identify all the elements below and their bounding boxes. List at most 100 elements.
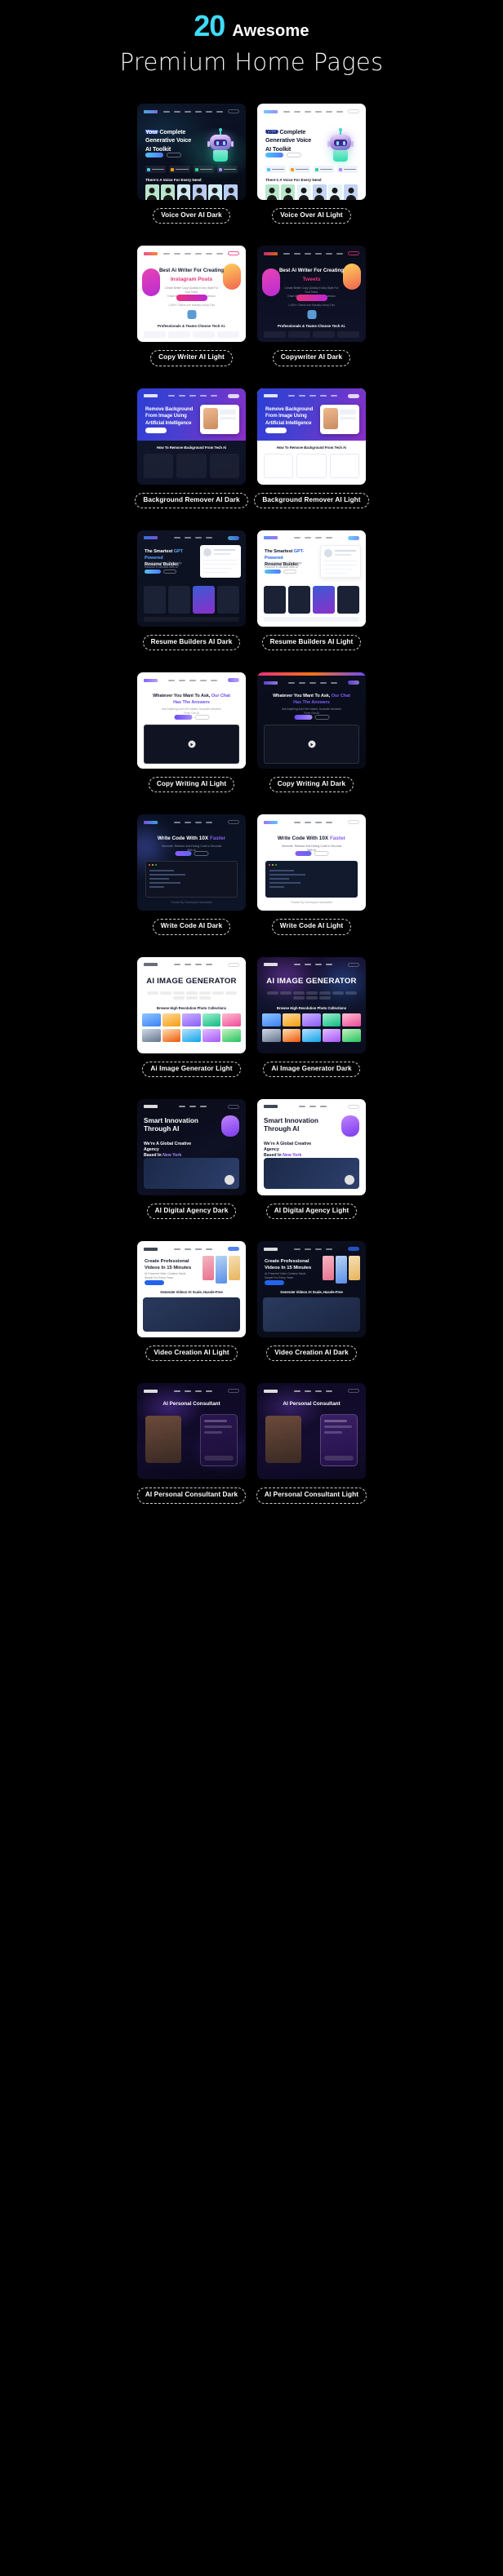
preview-card-copy-writing-ai-dark[interactable]: Whatever You Want To Ask, Our Chat Has T… (257, 672, 366, 769)
hero-cta-secondary[interactable] (194, 715, 209, 720)
hero-cta-primary[interactable] (145, 153, 163, 157)
preview-card-ai-personal-consultant-light[interactable]: AI Personal Consultant (257, 1383, 366, 1480)
card-caption: Resume Builders AI Light (261, 634, 362, 650)
preview-cell-ai-personal-consultant-dark[interactable]: AI Personal Consultant AI Personal Consu… (136, 1383, 247, 1504)
mini-signin-button[interactable] (228, 109, 239, 113)
mini-signin-button[interactable] (348, 109, 359, 113)
preview-card-write-code-ai-dark[interactable]: Write Code With 10X Faster Generate, Ref… (137, 814, 246, 911)
hero-cta-primary[interactable] (294, 715, 312, 720)
prompt-chip-row[interactable] (144, 991, 239, 1000)
mini-signin-button[interactable] (228, 535, 239, 540)
preview-cell-write-code-ai-light[interactable]: Write Code With 10X Faster Generate, Ref… (257, 814, 366, 935)
brand-logo-icon (144, 820, 158, 824)
mini-signin-button[interactable] (348, 535, 359, 540)
mini-signin-button[interactable] (348, 1389, 359, 1394)
preview-card-copy-writer-ai-light[interactable]: Best Ai Writer For Creating Instagram Po… (137, 246, 246, 343)
mini-signin-button[interactable] (348, 1104, 359, 1109)
preview-card-ai-digital-agency-dark[interactable]: Smart Innovation Through AI We're A Globa… (137, 1098, 246, 1195)
preview-card-ai-digital-agency-light[interactable]: Smart Innovation Through AI We're A Globa… (257, 1098, 366, 1195)
preview-cell-video-creation-ai-dark[interactable]: Create Professional Videos In 15 Minutes … (257, 1241, 366, 1362)
preview-cell-ai-personal-consultant-light[interactable]: AI Personal Consultant AI Personal Consu… (256, 1383, 367, 1504)
preview-card-ai-image-generator-dark[interactable]: AI IMAGE GENERATOR Browse High Resolutio… (257, 956, 366, 1053)
preview-cell-ai-image-generator-dark[interactable]: AI IMAGE GENERATOR Browse High Resolutio… (257, 956, 366, 1077)
hero-cta-primary[interactable] (265, 427, 287, 433)
preview-card-copy-writing-ai-light[interactable]: Whatever You Want To Ask, Our Chat Has T… (137, 672, 246, 769)
preview-cell-background-remover-ai-light[interactable]: Remove Background From Image Using Artific… (254, 388, 369, 508)
video-preview[interactable] (144, 725, 239, 764)
preview-cell-copy-writer-ai-light[interactable]: Best Ai Writer For Creating Instagram Po… (137, 246, 246, 366)
mini-signin-button[interactable] (228, 1389, 239, 1394)
brand-logo-icon (264, 109, 278, 113)
preview-cell-background-remover-ai-dark[interactable]: Remove Background From Image Using Artific… (135, 388, 248, 508)
play-icon[interactable] (188, 740, 195, 748)
mini-signin-button[interactable] (228, 1247, 239, 1251)
hero-cta-primary[interactable] (174, 715, 192, 720)
preview-cell-copywriter-ai-dark[interactable]: Best Ai Writer For Creating Tweets Creat… (257, 246, 366, 366)
hero-cta-primary[interactable] (295, 851, 311, 857)
hero-cta-primary[interactable] (175, 851, 191, 857)
mini-signin-button[interactable] (348, 681, 359, 685)
brand-logo-icon (144, 1247, 158, 1251)
hero-cta-secondary[interactable] (167, 153, 181, 157)
hero-cta-secondary[interactable] (283, 569, 296, 574)
preview-cell-copy-writing-ai-light[interactable]: Whatever You Want To Ask, Our Chat Has T… (137, 672, 246, 793)
hero-cta-primary[interactable] (296, 295, 327, 302)
hero-cta-primary[interactable] (265, 153, 283, 157)
mini-signin-button[interactable] (348, 820, 359, 825)
preview-card-copywriter-ai-dark[interactable]: Best Ai Writer For Creating Tweets Creat… (257, 246, 366, 343)
preview-card-resume-builders-ai-light[interactable]: The Smartest GPT-Powered Resume Builder. … (257, 530, 366, 627)
hero-cta-secondary[interactable] (163, 569, 176, 574)
mini-nav-links (288, 681, 337, 684)
mini-nav-links (162, 252, 223, 255)
hero-cta-secondary[interactable] (314, 715, 329, 720)
mini-signin-button[interactable] (228, 962, 239, 967)
preview-card-background-remover-ai-light[interactable]: Remove Background From Image Using Artific… (257, 388, 366, 485)
preview-cell-ai-digital-agency-dark[interactable]: Smart Innovation Through AI We're A Globa… (137, 1098, 246, 1219)
preview-cell-write-code-ai-dark[interactable]: Write Code With 10X Faster Generate, Ref… (137, 814, 246, 935)
mini-signin-button[interactable] (228, 251, 239, 256)
mini-signin-button[interactable] (348, 251, 359, 256)
mini-signin-button[interactable] (228, 393, 239, 398)
preview-card-voice-over-ai-light[interactable]: AI Voice Your Complete Generative Voice AI… (257, 104, 366, 200)
preview-card-resume-builders-ai-dark[interactable]: The Smartest GPT Powered Resume Builder. … (137, 530, 246, 627)
mini-signin-button[interactable] (228, 678, 239, 682)
preview-cell-ai-image-generator-light[interactable]: AI IMAGE GENERATOR Browse High Resolutio… (137, 956, 246, 1077)
hero-cta-primary[interactable] (176, 295, 207, 302)
mini-signin-button[interactable] (228, 1104, 239, 1109)
preview-card-video-creation-ai-dark[interactable]: Create Professional Videos In 15 Minutes … (257, 1241, 366, 1337)
hero-cta-primary[interactable] (145, 427, 167, 433)
preview-cell-ai-digital-agency-light[interactable]: Smart Innovation Through AI We're A Globa… (257, 1098, 366, 1219)
video-preview[interactable] (264, 725, 359, 764)
preview-cell-voice-over-ai-light[interactable]: AI Voice Your Complete Generative Voice AI… (257, 104, 366, 224)
preview-cell-voice-over-ai-dark[interactable]: AI Voice Your Complete Generative Voice AI… (137, 104, 246, 224)
preview-cell-resume-builders-ai-light[interactable]: The Smartest GPT-Powered Resume Builder. … (257, 530, 366, 650)
prompt-chip-row[interactable] (264, 991, 359, 1000)
hero-cta-secondary[interactable] (314, 851, 328, 857)
hero-cta-primary[interactable] (265, 569, 281, 574)
mini-nav-links (162, 110, 223, 113)
mini-signin-button[interactable] (348, 393, 359, 398)
preview-cell-resume-builders-ai-dark[interactable]: The Smartest GPT Powered Resume Builder. … (137, 530, 246, 650)
preview-card-ai-personal-consultant-dark[interactable]: AI Personal Consultant (137, 1383, 246, 1480)
preview-cell-video-creation-ai-light[interactable]: Create Professional Videos In 15 Minutes … (137, 1241, 246, 1362)
preview-card-background-remover-ai-dark[interactable]: Remove Background From Image Using Artific… (137, 388, 246, 485)
brand-logo-icon (144, 109, 158, 113)
mini-navbar (264, 1246, 359, 1252)
steps-row (264, 453, 359, 478)
preview-card-video-creation-ai-light[interactable]: Create Professional Videos In 15 Minutes … (137, 1241, 246, 1337)
hero-cta-primary[interactable] (145, 569, 161, 574)
mini-signin-button[interactable] (228, 820, 239, 825)
hero-cta-secondary[interactable] (194, 851, 208, 857)
mini-navbar (144, 1246, 239, 1252)
preview-card-voice-over-ai-dark[interactable]: AI Voice Your Complete Generative Voice AI… (137, 104, 246, 200)
hero-cta-secondary[interactable] (287, 153, 301, 157)
hero-cta-primary[interactable] (265, 1280, 284, 1285)
preview-card-ai-image-generator-light[interactable]: AI IMAGE GENERATOR Browse High Resolutio… (137, 956, 246, 1053)
mini-signin-button[interactable] (348, 1247, 359, 1251)
preview-card-write-code-ai-light[interactable]: Write Code With 10X Faster Generate, Ref… (257, 814, 366, 911)
play-icon[interactable] (308, 740, 315, 748)
mini-signin-button[interactable] (348, 962, 359, 967)
brand-logo-icon (264, 681, 278, 685)
hero-cta-primary[interactable] (145, 1280, 164, 1285)
preview-cell-copy-writing-ai-dark[interactable]: Whatever You Want To Ask, Our Chat Has T… (257, 672, 366, 793)
